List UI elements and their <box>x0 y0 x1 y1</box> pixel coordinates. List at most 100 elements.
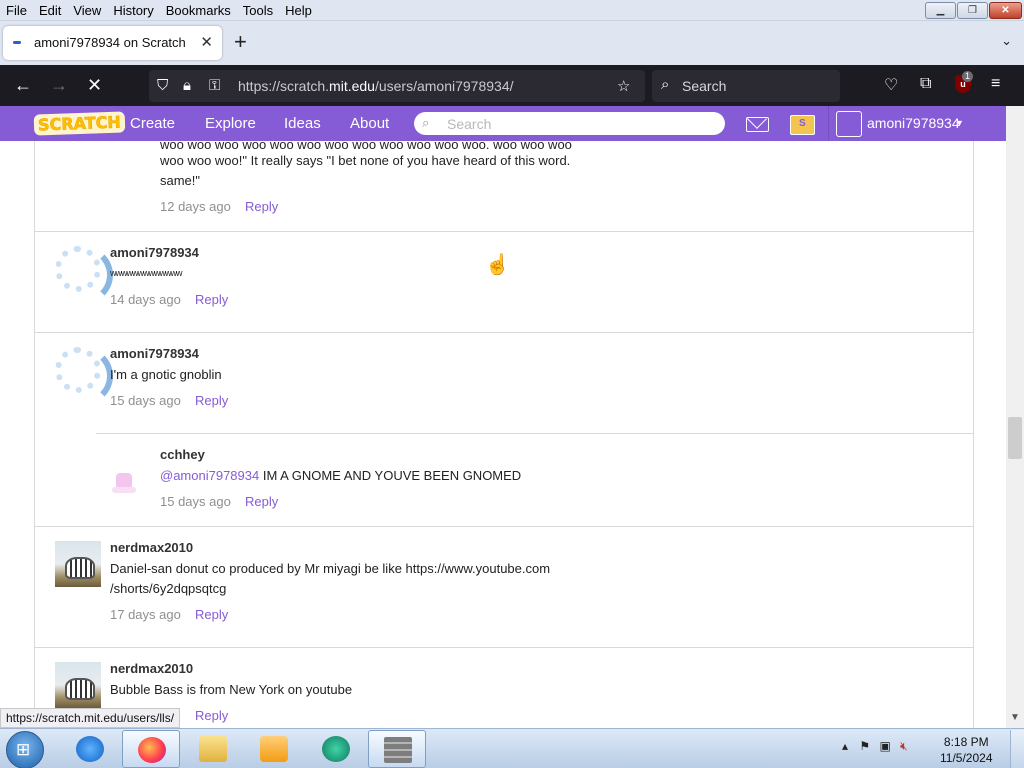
show-desktop-button[interactable] <box>1010 730 1024 768</box>
lock-icon[interactable]: 🔒︎ <box>183 77 191 94</box>
menu-tools[interactable]: Tools <box>237 3 279 18</box>
permissions-key-icon[interactable]: ⚿ <box>209 77 220 94</box>
comment-divider <box>34 526 974 527</box>
scratch-search-placeholder: Search <box>447 116 492 132</box>
hand-pointer-cursor-icon: ☝ <box>485 254 510 276</box>
comment-author[interactable]: nerdmax2010 <box>110 661 193 676</box>
green-app-icon <box>322 736 350 762</box>
address-bar[interactable]: ⛉ 🔒︎ ⚿ https://scratch.mit.edu/users/amo… <box>149 70 645 102</box>
folder-icon <box>199 736 227 762</box>
menu-bar: File Edit View History Bookmarks Tools H… <box>0 0 1024 21</box>
menu-view[interactable]: View <box>67 3 107 18</box>
user-avatar[interactable] <box>836 111 862 137</box>
clock-time: 8:18 PM <box>943 735 989 749</box>
windows-taskbar: ⊞ ▴ ⚑ ▣ 🔇︎ 8:18 PM 11/5/2024 <box>0 728 1024 768</box>
comment-text-line: Daniel-san donut co produced by Mr miyag… <box>110 561 551 576</box>
menu-bookmarks[interactable]: Bookmarks <box>160 3 237 18</box>
menu-history[interactable]: History <box>107 3 159 18</box>
network-icon[interactable]: ▣ <box>879 739 890 753</box>
taskbar-internet-explorer[interactable] <box>61 730 119 768</box>
reply-link[interactable]: Reply <box>195 393 228 408</box>
commenter-avatar[interactable] <box>55 541 101 587</box>
system-clock[interactable]: 8:18 PM 11/5/2024 <box>940 734 993 766</box>
back-button[interactable]: ← <box>14 74 32 96</box>
bookmark-star-icon[interactable]: ☆ <box>617 77 630 95</box>
brick-wall-icon <box>384 737 412 763</box>
firefox-icon <box>138 737 166 763</box>
avatar-loading-spinner-icon[interactable] <box>55 347 113 405</box>
close-tab-icon[interactable]: ✕ <box>200 33 213 51</box>
my-stuff-folder-icon[interactable]: S <box>790 115 815 135</box>
taskbar-file-explorer[interactable] <box>184 730 242 768</box>
pocket-icon[interactable]: ♡ <box>884 75 898 95</box>
shield-icon[interactable]: ⛉ <box>157 77 168 94</box>
close-window-button[interactable]: ✕ <box>989 2 1022 19</box>
comment-author[interactable]: amoni7978934 <box>110 346 199 361</box>
action-center-flag-icon[interactable]: ⚑ <box>859 739 870 753</box>
comment-divider <box>34 647 974 648</box>
commenter-avatar[interactable] <box>55 662 101 708</box>
volume-muted-icon[interactable]: 🔇︎ <box>900 739 908 753</box>
extensions-puzzle-icon[interactable]: ⧉ <box>920 75 931 93</box>
browser-search-box[interactable]: ⌕ Search <box>652 70 840 102</box>
nav-explore-link[interactable]: Explore <box>205 115 256 132</box>
account-username[interactable]: amoni7978934 <box>867 115 960 131</box>
comment-author[interactable]: amoni7978934 <box>110 245 199 260</box>
taskbar-firefox[interactable] <box>122 730 180 768</box>
reply-divider <box>96 433 974 434</box>
link-status-tooltip: https://scratch.mit.edu/users/lls/ <box>0 708 181 728</box>
reply-link[interactable]: Reply <box>195 708 228 723</box>
start-button[interactable]: ⊞ <box>6 731 44 768</box>
scratch-logo[interactable]: SCRATCH <box>33 111 126 136</box>
scrollbar-thumb[interactable] <box>1008 417 1022 459</box>
comment-text: wwwwwwwwwwwww <box>110 268 182 278</box>
tab-active[interactable]: amoni7978934 on Scratch ✕ <box>3 26 222 60</box>
taskbar-firewall-app[interactable] <box>368 730 426 768</box>
comments-panel <box>34 141 974 728</box>
forward-button[interactable]: → <box>50 74 68 96</box>
mention-link[interactable]: @amoni7978934 <box>160 468 259 483</box>
tab-title: amoni7978934 on Scratch <box>34 35 186 50</box>
hamburger-menu-icon[interactable]: ≡ <box>991 75 1000 93</box>
comment-text-line: woo woo woo!" It really says "I bet none… <box>160 153 571 168</box>
clock-date: 11/5/2024 <box>940 751 993 765</box>
search-icon: ⌕ <box>422 115 430 130</box>
scroll-down-arrow-icon[interactable]: ▼ <box>1010 712 1020 723</box>
url-text[interactable]: https://scratch.mit.edu/users/amoni79789… <box>238 78 514 94</box>
scratch-search-input[interactable]: ⌕ Search <box>414 112 725 135</box>
page-content: woo woo woo woo woo woo woo woo woo woo … <box>0 141 1006 728</box>
menu-edit[interactable]: Edit <box>33 3 67 18</box>
media-player-icon <box>260 736 288 762</box>
reply-link[interactable]: Reply <box>245 199 278 214</box>
menu-help[interactable]: Help <box>279 3 318 18</box>
menu-file[interactable]: File <box>0 3 33 18</box>
comment-time: 12 days ago <box>160 199 231 214</box>
restore-button[interactable]: ❐ <box>957 2 988 19</box>
taskbar-media-player[interactable] <box>245 730 303 768</box>
reply-link[interactable]: Reply <box>195 292 228 307</box>
avatar-loading-spinner-icon[interactable] <box>55 246 113 304</box>
internet-explorer-icon <box>76 736 104 762</box>
navbar-divider <box>828 106 829 141</box>
window-controls: ▁ ❐ ✕ <box>925 2 1022 19</box>
nav-about-link[interactable]: About <box>350 115 389 132</box>
stop-loading-button[interactable]: ✕ <box>87 74 102 96</box>
reply-link[interactable]: Reply <box>195 607 228 622</box>
nav-create-link[interactable]: Create <box>130 115 175 132</box>
show-hidden-icons-icon[interactable]: ▴ <box>842 739 848 753</box>
reply-link[interactable]: Reply <box>245 494 278 509</box>
ublock-count-badge: 1 <box>962 71 974 82</box>
search-icon: ⌕ <box>661 76 670 93</box>
windows-logo-icon: ⊞ <box>16 740 31 759</box>
comment-author[interactable]: cchhey <box>160 447 205 462</box>
list-all-tabs-chevron-icon[interactable]: ⌄ <box>1001 33 1012 49</box>
messages-envelope-icon[interactable] <box>746 117 769 132</box>
new-tab-button[interactable]: + <box>234 30 247 54</box>
taskbar-green-app[interactable] <box>307 730 365 768</box>
commenter-avatar[interactable] <box>108 463 140 495</box>
minimize-button[interactable]: ▁ <box>925 2 956 19</box>
page-scrollbar[interactable]: ▼ <box>1006 106 1024 728</box>
nav-ideas-link[interactable]: Ideas <box>284 115 321 132</box>
account-dropdown-caret-icon[interactable]: ▼ <box>955 118 964 128</box>
comment-author[interactable]: nerdmax2010 <box>110 540 193 555</box>
